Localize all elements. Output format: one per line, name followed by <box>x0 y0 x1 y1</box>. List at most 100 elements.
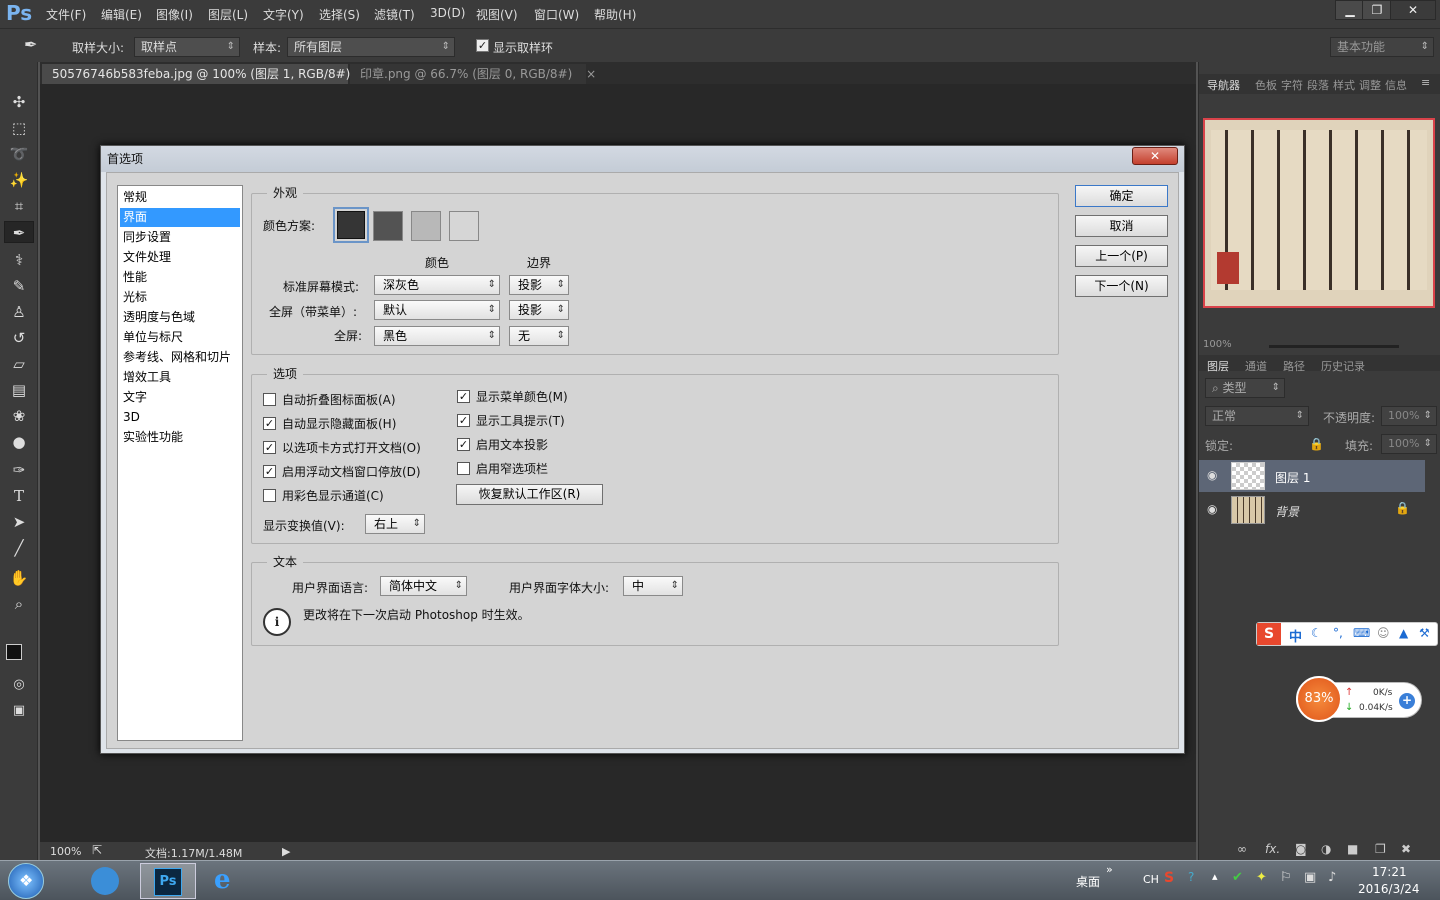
dodge-tool-icon[interactable]: ● <box>4 431 34 453</box>
tab-paragraph[interactable]: 段落 <box>1307 77 1329 93</box>
panel-menu-icon[interactable]: ≡ <box>1421 76 1430 89</box>
fullscreen-border-select[interactable]: 无 <box>509 326 569 346</box>
start-button[interactable]: ❖ <box>8 863 44 899</box>
show-ring-checkbox[interactable]: ✓ <box>476 39 489 52</box>
category-experimental[interactable]: 实验性功能 <box>120 428 240 447</box>
workspace-select[interactable]: 基本功能 <box>1330 37 1434 57</box>
tray-app2-icon[interactable]: ⚐ <box>1280 870 1292 885</box>
previous-button[interactable]: 上一个(P) <box>1075 245 1168 267</box>
category-plugins[interactable]: 增效工具 <box>120 368 240 387</box>
adjustment-layer-icon[interactable]: ◑ <box>1321 842 1331 856</box>
menu-select[interactable]: 选择(S) <box>319 6 360 23</box>
fullscreen-menu-color-select[interactable]: 默认 <box>374 300 500 320</box>
chevron-right-icon[interactable]: » <box>1106 863 1113 876</box>
navigator-thumbnail[interactable] <box>1203 118 1435 308</box>
menu-layer[interactable]: 图层(L) <box>208 6 248 23</box>
auto-collapse-checkbox[interactable] <box>263 393 276 406</box>
clock-time[interactable]: 17:21 <box>1372 865 1407 879</box>
hand-tool-icon[interactable]: ✋ <box>4 567 34 589</box>
color-swatch-medium[interactable] <box>411 211 441 241</box>
zoom-level[interactable]: 100% <box>50 845 81 858</box>
menu-3d[interactable]: 3D(D) <box>430 6 465 20</box>
path-select-tool-icon[interactable]: ➤ <box>4 511 34 533</box>
memory-percent-badge[interactable]: 83% <box>1296 676 1342 722</box>
marquee-tool-icon[interactable]: ⬚ <box>4 117 34 139</box>
standard-color-select[interactable]: 深灰色 <box>374 275 500 295</box>
move-tool-icon[interactable]: ✣ <box>4 91 34 113</box>
tab-adjustments[interactable]: 调整 <box>1359 77 1381 93</box>
eyedropper-icon[interactable]: ✒ <box>24 35 37 54</box>
network-icon[interactable]: ▣ <box>1304 870 1316 885</box>
tab-layers[interactable]: 图层 <box>1207 358 1229 374</box>
navigator-zoom-slider[interactable] <box>1269 345 1399 348</box>
menu-window[interactable]: 窗口(W) <box>534 6 579 23</box>
eraser-tool-icon[interactable]: ▱ <box>4 353 34 375</box>
link-layers-icon[interactable]: ∞ <box>1237 842 1247 856</box>
menu-type[interactable]: 文字(Y) <box>263 6 304 23</box>
trash-icon[interactable]: ✖ <box>1401 842 1411 856</box>
share-icon[interactable]: ⇱ <box>92 843 102 857</box>
text-shadow-checkbox[interactable]: ✓ <box>457 438 470 451</box>
layer-row-selected[interactable]: ◉ 图层 1 <box>1199 460 1425 492</box>
narrow-options-checkbox[interactable] <box>457 462 470 475</box>
category-performance[interactable]: 性能 <box>120 268 240 287</box>
menu-help[interactable]: 帮助(H) <box>594 6 636 23</box>
color-swatch-light[interactable] <box>449 211 479 241</box>
tab-navigator[interactable]: 导航器 <box>1207 77 1240 93</box>
color-swatch-dark[interactable] <box>373 211 403 241</box>
ime-mode[interactable]: 中 <box>1289 626 1302 645</box>
keyboard-icon[interactable]: ⌨ <box>1353 626 1370 640</box>
category-type[interactable]: 文字 <box>120 388 240 407</box>
blur-tool-icon[interactable]: ❀ <box>4 405 34 427</box>
type-tool-icon[interactable]: T <box>4 485 34 507</box>
layer-row[interactable]: ◉ 背景 🔒 <box>1199 494 1425 526</box>
gradient-tool-icon[interactable]: ▤ <box>4 379 34 401</box>
category-transparency[interactable]: 透明度与色域 <box>120 308 240 327</box>
tab-info[interactable]: 信息 <box>1385 77 1407 93</box>
sample-size-select[interactable]: 取样点 <box>134 37 240 57</box>
eyedropper-tool-icon[interactable]: ✒ <box>4 221 34 243</box>
sogou-tray-icon[interactable]: S <box>1164 870 1174 886</box>
zoom-tool-icon[interactable]: ⌕ <box>4 593 34 615</box>
menu-edit[interactable]: 编辑(E) <box>101 6 142 23</box>
tab-history[interactable]: 历史记录 <box>1321 358 1365 374</box>
user-icon[interactable]: ☺ <box>1377 626 1390 640</box>
opacity-input[interactable]: 100% <box>1381 406 1437 426</box>
brush-tool-icon[interactable]: ✎ <box>4 275 34 297</box>
close-window-button[interactable]: ✕ <box>1390 0 1436 20</box>
dialog-title[interactable]: 首选项 <box>101 146 1184 172</box>
restore-button[interactable]: ❐ <box>1362 0 1392 20</box>
new-layer-icon[interactable]: ❐ <box>1375 842 1386 856</box>
moon-icon[interactable]: ☾ <box>1311 626 1322 640</box>
category-file-handling[interactable]: 文件处理 <box>120 248 240 267</box>
tab-character[interactable]: 字符 <box>1281 77 1303 93</box>
ok-button[interactable]: 确定 <box>1075 185 1168 207</box>
punctuation-icon[interactable]: °, <box>1333 626 1343 640</box>
document-tab-active[interactable]: 50576746b583feba.jpg @ 100% (图层 1, RGB/8… <box>42 64 384 84</box>
navigator-zoom[interactable]: 100% <box>1203 339 1232 350</box>
menu-colors-checkbox[interactable]: ✓ <box>457 390 470 403</box>
tooltips-checkbox[interactable]: ✓ <box>457 414 470 427</box>
sample-select[interactable]: 所有图层 <box>287 37 455 57</box>
clock-date[interactable]: 2016/3/24 <box>1358 882 1420 896</box>
fullscreen-menu-border-select[interactable]: 投影 <box>509 300 569 320</box>
quick-mask-icon[interactable]: ◎ <box>4 674 34 696</box>
eye-icon[interactable]: ◉ <box>1207 468 1217 482</box>
category-units[interactable]: 单位与标尺 <box>120 328 240 347</box>
stamp-tool-icon[interactable]: ♙ <box>4 301 34 323</box>
category-sync[interactable]: 同步设置 <box>120 228 240 247</box>
next-button[interactable]: 下一个(N) <box>1075 275 1168 297</box>
tab-close-icon[interactable]: × <box>586 67 596 81</box>
settings-wrench-icon[interactable]: ⚒ <box>1419 626 1430 640</box>
security-shield-icon[interactable]: ✔ <box>1232 870 1243 885</box>
lasso-tool-icon[interactable]: ➰ <box>4 143 34 165</box>
open-as-tabs-checkbox[interactable]: ✓ <box>263 441 276 454</box>
crop-tool-icon[interactable]: ⌗ <box>4 195 34 217</box>
tray-app-icon[interactable]: ✦ <box>1256 870 1267 885</box>
history-brush-tool-icon[interactable]: ↺ <box>4 327 34 349</box>
eye-icon[interactable]: ◉ <box>1207 502 1217 516</box>
color-scheme-selected[interactable] <box>333 207 369 243</box>
group-folder-icon[interactable]: ■ <box>1347 842 1358 856</box>
help-tray-icon[interactable]: ? <box>1188 870 1194 884</box>
category-interface[interactable]: 界面 <box>120 208 240 227</box>
